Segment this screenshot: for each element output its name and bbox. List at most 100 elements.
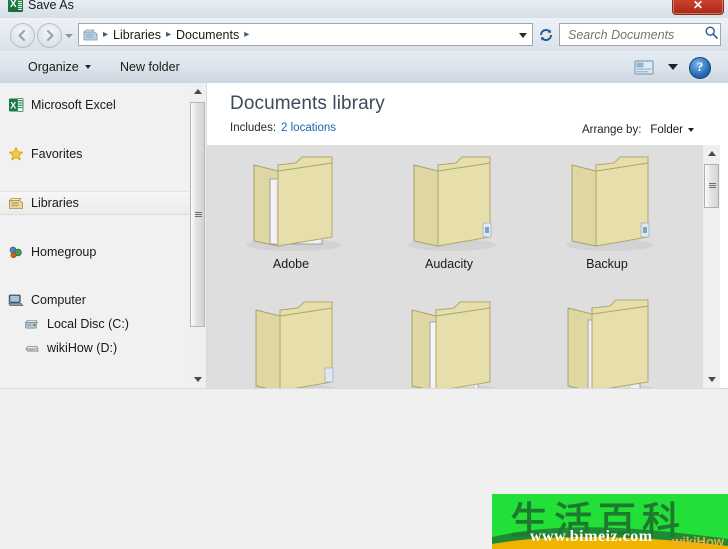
star-icon [8, 146, 24, 162]
folder-icon [528, 145, 686, 253]
help-icon: ? [696, 59, 704, 74]
close-icon: ✕ [692, 0, 704, 12]
folder-with-documents-icon [212, 145, 370, 253]
excel-icon: X [8, 97, 24, 113]
library-title: Documents library [230, 93, 385, 114]
arrange-by-label: Arrange by: [581, 124, 642, 136]
search-box[interactable] [559, 23, 721, 46]
breadcrumb-separator-0: ▸ [103, 29, 109, 40]
command-toolbar: Organize New folder ? [0, 51, 728, 84]
organize-label: Organize [28, 60, 79, 74]
back-button[interactable] [10, 23, 35, 48]
help-button[interactable]: ? [689, 57, 711, 79]
breadcrumb-libraries[interactable]: Libraries [110, 28, 164, 42]
chevron-down-icon [688, 128, 694, 132]
address-dropdown-button[interactable] [516, 28, 530, 42]
refresh-icon [539, 28, 552, 41]
save-as-dialog: X Save As ✕ ▸ Libraries ▸ Documents ▸ Se… [0, 0, 728, 549]
new-folder-button[interactable]: New folder [112, 51, 188, 83]
sidebar-item-label: Favorites [31, 146, 83, 161]
navigation-pane: X Microsoft Excel Favorites Libraries Ho… [0, 83, 190, 388]
folder-item-row2-1[interactable] [212, 290, 370, 388]
triangle-up-icon [708, 151, 716, 156]
homegroup-icon [8, 244, 24, 260]
nav-arrow-group [10, 23, 73, 48]
close-button[interactable]: ✕ [672, 0, 724, 15]
hard-disk-icon [24, 316, 40, 332]
triangle-up-icon [194, 89, 202, 94]
library-header: Documents library Includes: 2 locations … [207, 83, 728, 145]
sidebar-item-label: Homegroup [31, 244, 97, 259]
organize-button[interactable]: Organize [20, 51, 99, 83]
folder-item-row2-3[interactable] [528, 290, 686, 388]
folder-label: Adobe [272, 257, 310, 271]
address-bar[interactable]: ▸ Libraries ▸ Documents ▸ [78, 23, 533, 46]
sidebar-item-label: Libraries [31, 195, 79, 210]
forward-button[interactable] [37, 23, 62, 48]
view-dropdown-button[interactable] [668, 64, 678, 70]
sidebar-item-local-disc-c[interactable]: Local Disc (C:) [24, 314, 129, 333]
file-list-scrollbar[interactable] [703, 145, 720, 388]
includes-label: Includes: [230, 122, 277, 134]
forward-arrow-icon [46, 29, 54, 42]
sidebar-item-label: Local Disc (C:) [47, 316, 129, 331]
triangle-down-icon [708, 377, 716, 382]
includes-locations-link[interactable]: 2 locations [281, 122, 336, 134]
scroll-grip-icon [195, 211, 202, 217]
breadcrumb-separator-2: ▸ [244, 29, 250, 40]
sidebar-item-label: wikiHow (D:) [47, 340, 118, 355]
sidebar-scrollbar[interactable] [189, 83, 207, 388]
removable-disk-icon [24, 340, 40, 356]
folder-icon [212, 290, 370, 388]
title-bar: X Save As ✕ [0, 0, 728, 18]
window-title: Save As [28, 0, 74, 12]
sidebar-scroll-thumb[interactable] [190, 102, 205, 327]
folder-icon [370, 145, 528, 253]
folder-item-audacity[interactable]: Audacity [370, 145, 528, 271]
folder-item-adobe[interactable]: Adobe [212, 145, 370, 271]
change-view-button[interactable] [632, 57, 656, 77]
folder-label: Audacity [425, 257, 473, 271]
excel-icon: X [8, 0, 23, 12]
triangle-down-icon [194, 377, 202, 382]
search-input[interactable] [566, 26, 702, 43]
back-arrow-icon [18, 29, 26, 42]
sidebar-item-label: Microsoft Excel [31, 97, 116, 112]
recent-pages-button[interactable] [64, 24, 73, 47]
refresh-button[interactable] [534, 23, 557, 46]
folder-with-documents-icon [528, 290, 686, 388]
sidebar-item-computer[interactable]: Computer [8, 290, 86, 309]
dialog-footer: File name: sample.xlsx Save as type: Exc… [0, 388, 728, 549]
sidebar-item-wikihow-d[interactable]: wikiHow (D:) [24, 338, 117, 357]
sidebar-scroll-down-button[interactable] [189, 371, 206, 388]
sidebar-item-favorites[interactable]: Favorites [8, 144, 82, 163]
view-layout-icon [634, 60, 654, 74]
arrange-by-value: Folder [650, 124, 683, 136]
breadcrumb-documents[interactable]: Documents [173, 28, 242, 42]
file-list-scroll-thumb[interactable] [704, 164, 719, 208]
file-list-scroll-down-button[interactable] [703, 371, 720, 388]
arrange-by-control[interactable]: Arrange by: Folder [582, 124, 694, 136]
title-bar-left: X Save As [8, 0, 74, 12]
folder-grid: Adobe Audacity Backup [207, 145, 710, 388]
sidebar-item-microsoft-excel[interactable]: X Microsoft Excel [8, 95, 116, 114]
scroll-grip-icon [709, 183, 716, 188]
folder-label: Backup [586, 257, 628, 271]
sidebar-item-label: Computer [31, 292, 86, 307]
folder-item-row2-2[interactable] [370, 290, 528, 388]
libraries-icon [8, 195, 24, 211]
folder-item-backup[interactable]: Backup [528, 145, 686, 271]
computer-icon [8, 292, 24, 308]
svg-text:X: X [10, 100, 16, 110]
breadcrumb-separator-1: ▸ [165, 29, 171, 40]
file-list-pane: Documents library Includes: 2 locations … [207, 83, 728, 388]
folder-with-documents-icon [370, 290, 528, 388]
sidebar-scroll-up-button[interactable] [189, 83, 206, 100]
sidebar-item-homegroup[interactable]: Homegroup [8, 242, 96, 261]
file-list-scroll-up-button[interactable] [703, 145, 720, 162]
navigation-bar: ▸ Libraries ▸ Documents ▸ [0, 18, 728, 52]
chevron-down-icon [84, 65, 91, 69]
libraries-icon [82, 26, 99, 43]
includes-row: Includes: 2 locations [230, 122, 336, 134]
sidebar-item-libraries[interactable]: Libraries [8, 193, 79, 212]
